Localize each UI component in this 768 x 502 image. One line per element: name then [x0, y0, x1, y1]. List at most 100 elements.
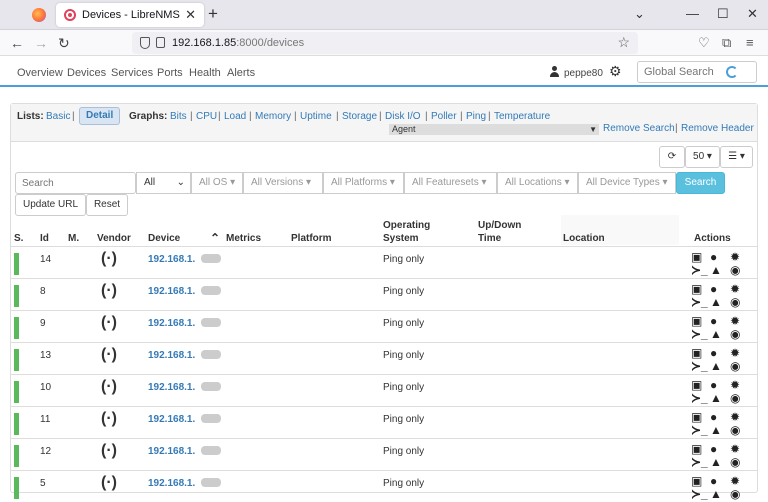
nav-overview[interactable]: Overview	[17, 67, 63, 79]
col-uptime-line2[interactable]: Time	[478, 233, 501, 244]
username[interactable]: peppe80	[564, 68, 603, 79]
gear-icon[interactable]: ✹	[730, 379, 740, 391]
lock-icon[interactable]: ▲	[710, 424, 722, 436]
gear-icon[interactable]: ✹	[730, 347, 740, 359]
graph-cpu-link[interactable]: CPU	[196, 111, 217, 122]
graph-uptime-link[interactable]: Uptime	[300, 111, 332, 122]
extensions-icon[interactable]: ⧉	[722, 35, 731, 51]
url-text[interactable]: 192.168.1.85:8000/devices	[172, 37, 304, 49]
close-tab-icon[interactable]: ✕	[185, 7, 196, 23]
gear-icon[interactable]: ✹	[730, 315, 740, 327]
graph-ping-link[interactable]: Ping	[466, 111, 486, 122]
insecure-lock-icon[interactable]	[156, 37, 165, 48]
shield-icon[interactable]	[140, 37, 150, 49]
graph-memory-link[interactable]: Memory	[255, 111, 291, 122]
terminal-icon[interactable]: ≻_	[691, 264, 708, 276]
refresh-button[interactable]: ⟳	[659, 146, 685, 168]
table-row[interactable]: 5 (·) 192.168.1. Ping only ▣ ● ✹ ≻_ ▲ ◉	[11, 470, 757, 502]
user-icon[interactable]	[549, 66, 560, 77]
nav-alerts[interactable]: Alerts	[227, 67, 255, 79]
pocket-icon[interactable]: ♡	[698, 35, 710, 51]
alert-icon[interactable]: ●	[710, 283, 717, 295]
col-location[interactable]: Location	[563, 233, 605, 244]
alert-icon[interactable]: ●	[710, 379, 717, 391]
url-bar[interactable]: 192.168.1.85:8000/devices ☆	[132, 32, 638, 54]
terminal-icon[interactable]: ≻_	[691, 296, 708, 308]
globe-icon[interactable]: ◉	[730, 264, 740, 276]
col-os-line1[interactable]: Operating	[383, 220, 430, 231]
id-card-icon[interactable]: ▣	[691, 475, 702, 487]
filter-device-types-select[interactable]: All Device Types ▾	[578, 172, 676, 194]
alert-icon[interactable]: ●	[710, 347, 717, 359]
filter-versions-select[interactable]: All Versions ▾	[243, 172, 323, 194]
col-os-line2[interactable]: System	[383, 233, 419, 244]
lock-icon[interactable]: ▲	[710, 296, 722, 308]
globe-icon[interactable]: ◉	[730, 424, 740, 436]
device-link[interactable]: 192.168.1.	[148, 286, 195, 297]
gear-icon[interactable]: ✹	[730, 443, 740, 455]
table-row[interactable]: 10 (·) 192.168.1. Ping only ▣ ● ✹ ≻_ ▲ ◉	[11, 374, 757, 406]
device-link[interactable]: 192.168.1.	[148, 318, 195, 329]
reset-button[interactable]: Reset	[86, 194, 128, 216]
gear-icon[interactable]: ✹	[730, 283, 740, 295]
remove-search-link[interactable]: Remove Search	[603, 123, 675, 134]
id-card-icon[interactable]: ▣	[691, 251, 702, 263]
id-card-icon[interactable]: ▣	[691, 347, 702, 359]
remove-header-link[interactable]: Remove Header	[681, 123, 754, 134]
id-card-icon[interactable]: ▣	[691, 443, 702, 455]
globe-icon[interactable]: ◉	[730, 328, 740, 340]
gear-icon[interactable]: ✹	[730, 411, 740, 423]
search-button[interactable]: Search	[676, 172, 725, 194]
graph-temperature-link[interactable]: Temperature	[494, 111, 550, 122]
device-link[interactable]: 192.168.1.	[148, 382, 195, 393]
search-input[interactable]	[15, 172, 136, 194]
table-row[interactable]: 8 (·) 192.168.1. Ping only ▣ ● ✹ ≻_ ▲ ◉	[11, 278, 757, 310]
col-id[interactable]: Id	[40, 233, 49, 244]
close-window-icon[interactable]: ✕	[747, 6, 758, 22]
list-basic-link[interactable]: Basic	[46, 111, 70, 122]
globe-icon[interactable]: ◉	[730, 360, 740, 372]
forward-icon[interactable]: →	[34, 35, 48, 51]
col-device[interactable]: Device	[148, 233, 180, 244]
gear-icon[interactable]: ✹	[730, 251, 740, 263]
graph-diskio-link[interactable]: Disk I/O	[385, 111, 421, 122]
hamburger-menu-icon[interactable]: ≡	[746, 35, 754, 50]
tab-list-chevron-icon[interactable]: ⌄	[634, 6, 645, 22]
filter-platforms-select[interactable]: All Platforms ▾	[323, 172, 404, 194]
globe-icon[interactable]: ◉	[730, 392, 740, 404]
reload-icon[interactable]: ↻	[58, 35, 70, 52]
new-tab-icon[interactable]: +	[208, 4, 218, 24]
per-page-select[interactable]: 50 ▾	[685, 146, 720, 168]
id-card-icon[interactable]: ▣	[691, 379, 702, 391]
agent-select[interactable]: Agent ▼	[389, 124, 599, 135]
lock-icon[interactable]: ▲	[710, 264, 722, 276]
terminal-icon[interactable]: ≻_	[691, 328, 708, 340]
table-row[interactable]: 13 (·) 192.168.1. Ping only ▣ ● ✹ ≻_ ▲ ◉	[11, 342, 757, 374]
graph-storage-link[interactable]: Storage	[342, 111, 377, 122]
terminal-icon[interactable]: ≻_	[691, 456, 708, 468]
nav-health[interactable]: Health	[189, 67, 221, 79]
nav-devices[interactable]: Devices	[67, 67, 106, 79]
col-status[interactable]: S.	[14, 233, 23, 244]
alert-icon[interactable]: ●	[710, 475, 717, 487]
bookmark-star-icon[interactable]: ☆	[617, 34, 630, 51]
lock-icon[interactable]: ▲	[710, 488, 722, 500]
globe-icon[interactable]: ◉	[730, 456, 740, 468]
graph-load-link[interactable]: Load	[224, 111, 246, 122]
table-row[interactable]: 12 (·) 192.168.1. Ping only ▣ ● ✹ ≻_ ▲ ◉	[11, 438, 757, 470]
gear-icon[interactable]: ⚙	[609, 63, 622, 80]
filter-featuresets-select[interactable]: All Featuresets ▾	[404, 172, 497, 194]
alert-icon[interactable]: ●	[710, 315, 717, 327]
lock-icon[interactable]: ▲	[710, 328, 722, 340]
list-detail-button[interactable]: Detail	[79, 107, 121, 125]
table-row[interactable]: 14 (·) 192.168.1. Ping only ▣ ● ✹ ≻_ ▲ ◉	[11, 246, 757, 278]
filter-locations-select[interactable]: All Locations ▾	[497, 172, 578, 194]
gear-icon[interactable]: ✹	[730, 475, 740, 487]
sort-asc-icon[interactable]: ⌃	[210, 231, 220, 245]
id-card-icon[interactable]: ▣	[691, 315, 702, 327]
table-row[interactable]: 11 (·) 192.168.1. Ping only ▣ ● ✹ ≻_ ▲ ◉	[11, 406, 757, 438]
terminal-icon[interactable]: ≻_	[691, 488, 708, 500]
col-m[interactable]: M.	[68, 233, 79, 244]
id-card-icon[interactable]: ▣	[691, 283, 702, 295]
lock-icon[interactable]: ▲	[710, 392, 722, 404]
